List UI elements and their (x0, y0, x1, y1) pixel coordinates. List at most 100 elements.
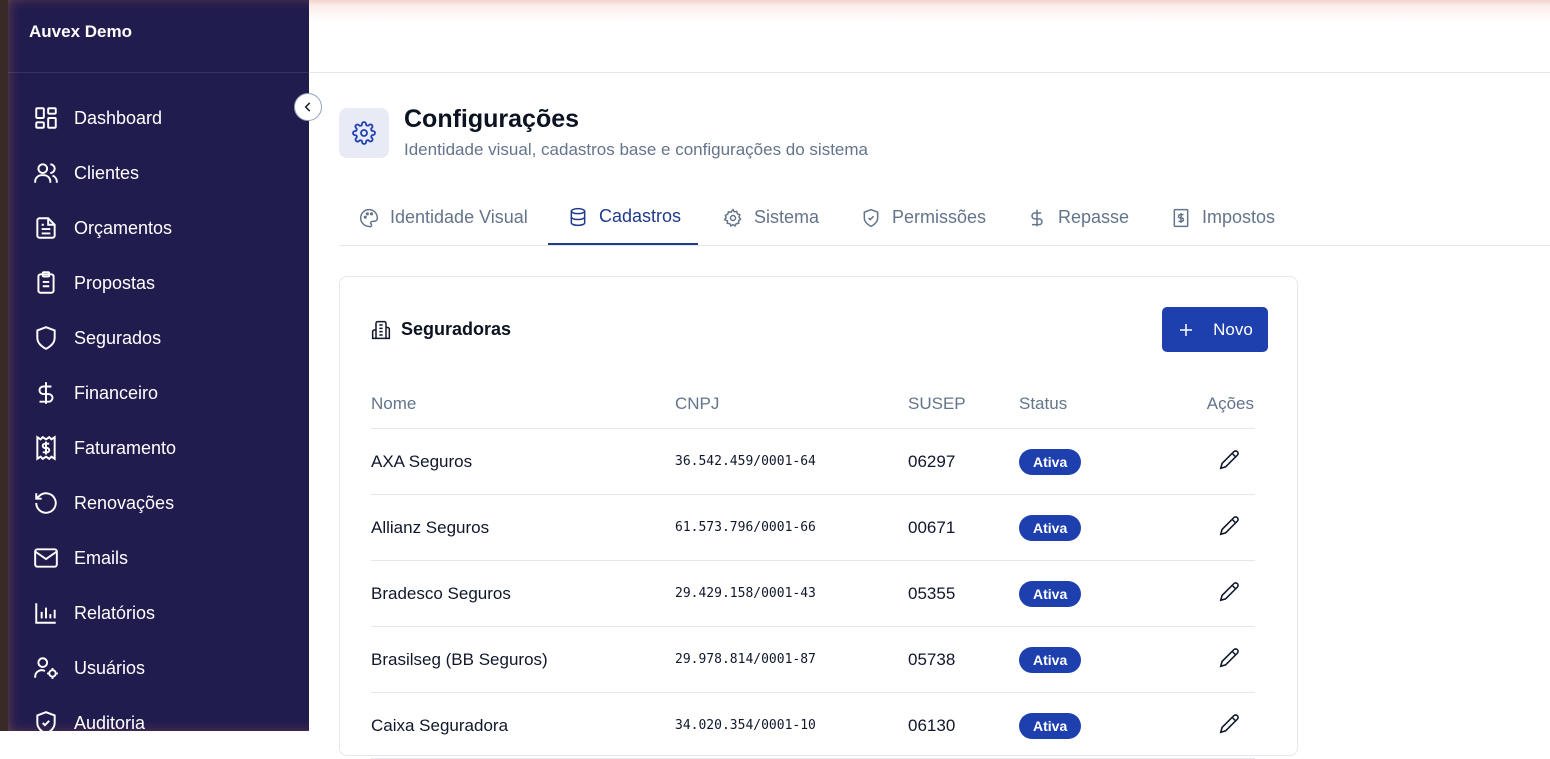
shield-check-icon (863, 208, 879, 227)
seguradoras-table: Nome CNPJ SUSEP Status Ações AXA Seguros… (371, 380, 1255, 759)
card-title: Seguradoras (371, 319, 511, 340)
sidebar-item-label: Usuários (74, 657, 146, 678)
cell-susep: 05738 (908, 626, 1019, 693)
new-button-label: Novo (1213, 319, 1253, 339)
edit-icon[interactable] (1219, 647, 1240, 668)
status-badge: Ativa (1019, 646, 1082, 673)
page-subtitle: Identidade visual, cadastros base e conf… (404, 140, 868, 159)
cell-nome: AXA Seguros (371, 428, 675, 495)
dollar-icon (38, 382, 54, 404)
sidebar-edge (0, 0, 8, 731)
sidebar-item-label: Financeiro (74, 382, 159, 403)
receipt-icon (1173, 208, 1189, 227)
page-title: Configurações (404, 105, 580, 133)
column-header-acoes: Ações (1179, 380, 1255, 429)
card-title-text: Seguradoras (401, 319, 512, 339)
mail-icon (34, 548, 58, 568)
sidebar-item-usuarios[interactable]: Usuários (33, 653, 145, 683)
edit-icon[interactable] (1219, 515, 1240, 536)
sidebar-item-dashboard[interactable]: Dashboard (33, 103, 162, 133)
sidebar-item-propostas[interactable]: Propostas (33, 268, 155, 298)
plus-icon (1180, 323, 1193, 336)
sidebar-item-faturamento[interactable]: Faturamento (33, 433, 176, 463)
cell-cnpj: 61.573.796/0001-66 (675, 494, 908, 561)
sidebar-item-label: Segurados (74, 327, 162, 348)
new-button[interactable]: Novo (1162, 307, 1268, 352)
sidebar: Auvex Demo Dashboard Clientes Orçamentos… (0, 0, 309, 735)
status-badge: Ativa (1019, 580, 1082, 607)
shield-icon (36, 326, 56, 350)
sidebar-item-financeiro[interactable]: Financeiro (33, 378, 158, 408)
cell-susep: 06130 (908, 692, 1019, 759)
status-badge: Ativa (1019, 712, 1082, 739)
table-header-row: Nome CNPJ SUSEP Status Ações (371, 380, 1255, 429)
tab-impostos[interactable]: Impostos (1171, 190, 1275, 245)
database-icon (570, 207, 586, 226)
cell-cnpj: 36.542.459/0001-64 (675, 428, 908, 495)
rotate-icon (35, 492, 57, 514)
sidebar-item-label: Renovações (74, 492, 175, 513)
sidebar-item-clientes[interactable]: Clientes (33, 158, 139, 188)
table-row: Caixa Seguradora 34.020.354/0001-10 0613… (371, 692, 1255, 759)
column-header-susep: SUSEP (908, 380, 1019, 429)
edit-icon[interactable] (1219, 713, 1240, 734)
tab-identidade-visual[interactable]: Identidade Visual (359, 190, 528, 245)
tab-label: Permissões (892, 207, 987, 227)
sidebar-item-label: Orçamentos (74, 217, 173, 238)
sidebar-collapse-button[interactable] (294, 93, 322, 121)
gear-icon (723, 207, 742, 227)
chevron-left-icon (304, 102, 311, 112)
sidebar-item-relatorios[interactable]: Relatórios (33, 598, 155, 628)
cell-nome: Bradesco Seguros (371, 560, 675, 627)
cell-cnpj: 29.429.158/0001-43 (675, 560, 908, 627)
sidebar-item-renovacoes[interactable]: Renovações (33, 488, 174, 518)
status-badge: Ativa (1019, 448, 1082, 475)
users-icon (34, 163, 58, 183)
column-header-cnpj: CNPJ (675, 380, 908, 429)
table-row: Allianz Seguros 61.573.796/0001-66 00671… (371, 494, 1255, 561)
clipboard-icon (37, 271, 55, 294)
sidebar-item-label: Propostas (74, 272, 156, 293)
cell-susep: 00671 (908, 494, 1019, 561)
sidebar-item-emails[interactable]: Emails (33, 543, 128, 573)
dashboard-icon (35, 107, 57, 129)
tab-label: Cadastros (599, 206, 682, 226)
cell-nome: Allianz Seguros (371, 494, 675, 561)
sidebar-item-segurados[interactable]: Segurados (33, 323, 161, 353)
sidebar-divider (8, 72, 309, 73)
table-row: Brasilseg (BB Seguros) 29.978.814/0001-8… (371, 626, 1255, 693)
edit-icon[interactable] (1219, 449, 1240, 470)
palette-icon (359, 208, 379, 227)
status-badge: Ativa (1019, 514, 1082, 541)
sidebar-item-label: Relatórios (74, 602, 156, 623)
sidebar-item-auditoria[interactable]: Auditoria (33, 708, 145, 738)
sidebar-item-label: Clientes (74, 162, 140, 183)
tab-bar: Identidade Visual Cadastros Sistema Perm… (339, 190, 1550, 246)
tab-repasse[interactable]: Repasse (1027, 190, 1129, 245)
cell-cnpj: 29.978.814/0001-87 (675, 626, 908, 693)
gear-icon (352, 121, 376, 145)
edit-icon[interactable] (1219, 581, 1240, 602)
seguradoras-card: Seguradoras Novo Nome CNPJ SUSEP Status … (339, 276, 1298, 759)
file-text-icon (36, 217, 56, 239)
user-cog-icon (34, 657, 58, 679)
receipt-icon (36, 435, 56, 461)
sidebar-item-label: Faturamento (74, 437, 177, 458)
table-row: AXA Seguros 36.542.459/0001-64 06297 Ati… (371, 428, 1255, 495)
tab-permissoes[interactable]: Permissões (861, 190, 986, 245)
sidebar-item-orcamentos[interactable]: Orçamentos (33, 213, 172, 243)
shield-check-icon (36, 711, 56, 735)
bar-chart-icon (35, 603, 56, 624)
cell-nome: Caixa Seguradora (371, 692, 675, 759)
tab-sistema[interactable]: Sistema (723, 190, 819, 245)
cell-cnpj: 34.020.354/0001-10 (675, 692, 908, 759)
tab-cadastros[interactable]: Cadastros (548, 190, 698, 245)
tab-label: Sistema (754, 207, 820, 227)
cell-susep: 05355 (908, 560, 1019, 627)
sidebar-item-label: Auditoria (74, 712, 146, 733)
tab-label: Repasse (1058, 207, 1130, 227)
page-icon (339, 108, 389, 158)
cell-nome: Brasilseg (BB Seguros) (371, 626, 675, 693)
tab-label: Impostos (1202, 207, 1276, 227)
sidebar-item-label: Emails (74, 547, 129, 568)
